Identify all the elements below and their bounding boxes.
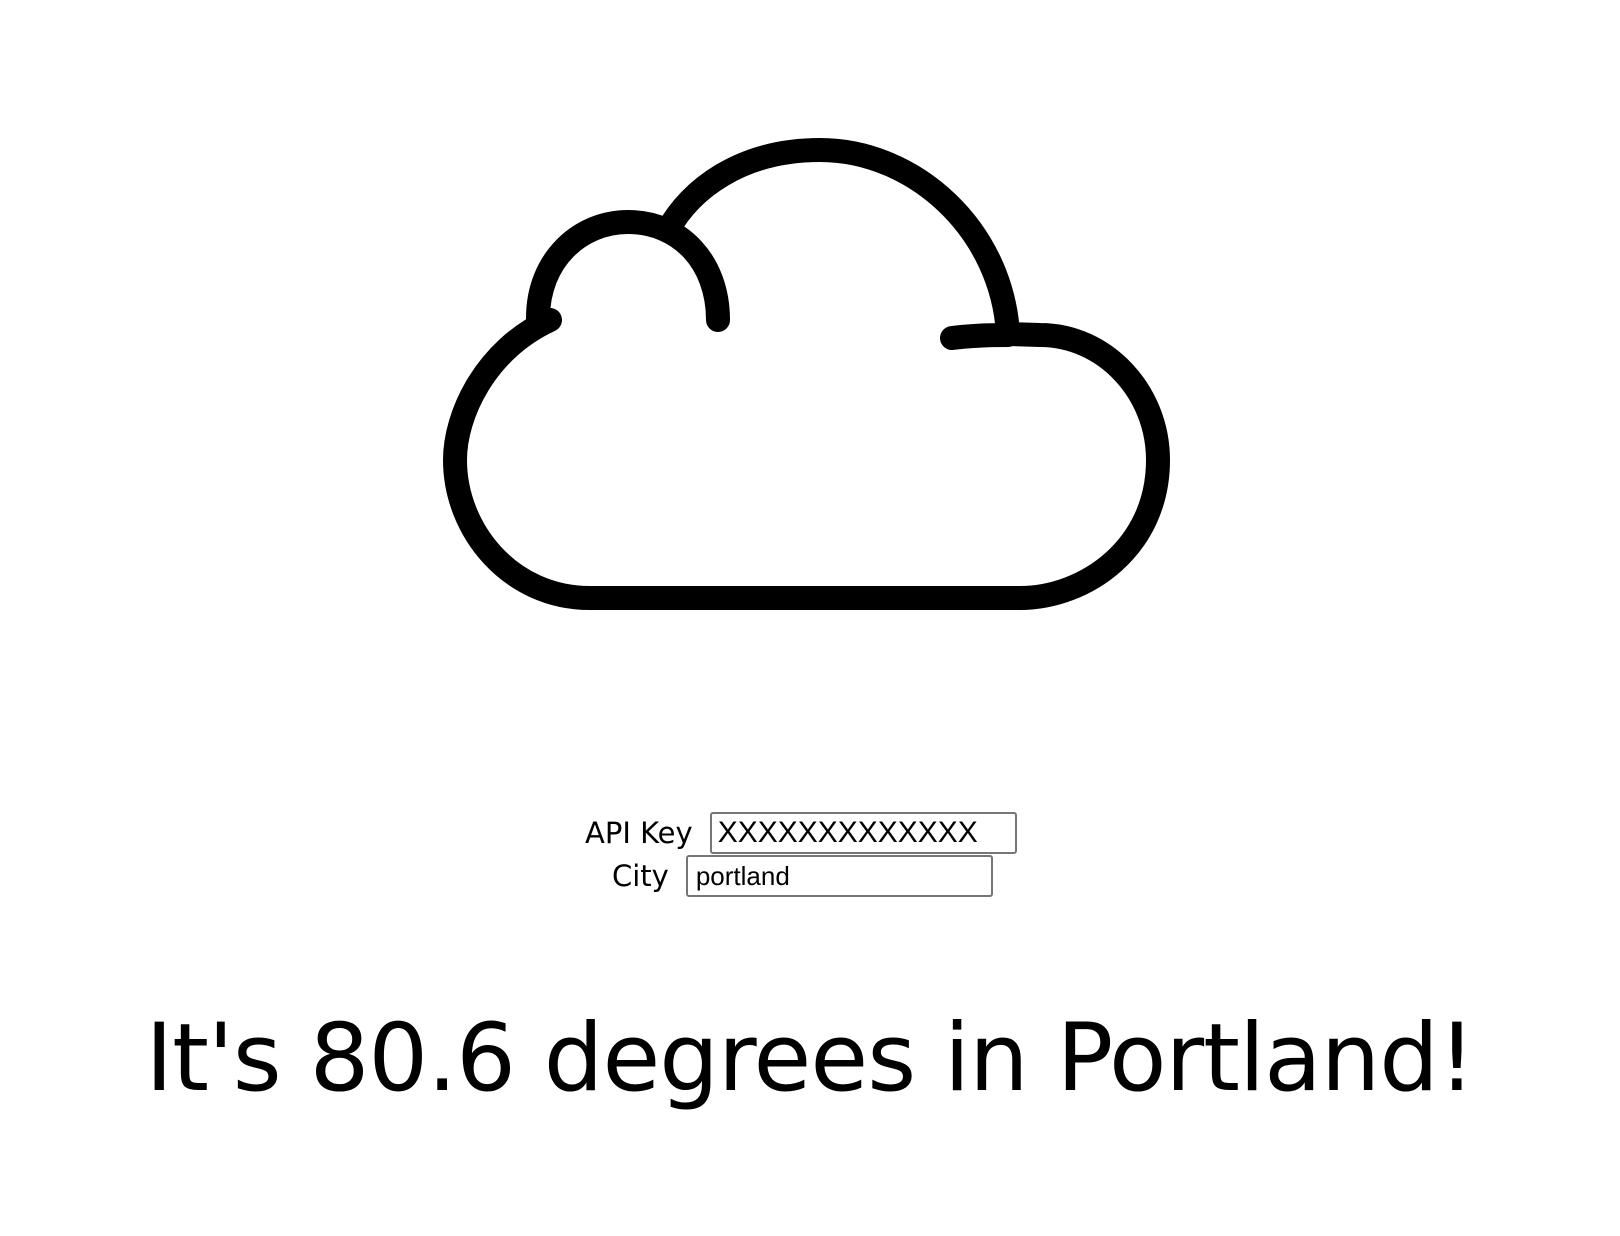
api-key-label: API Key (585, 816, 693, 850)
cloud-icon (440, 130, 1180, 640)
city-input[interactable] (685, 855, 993, 897)
city-row: City (612, 855, 993, 897)
weather-message: It's 80.6 degrees in Portland! (145, 1004, 1475, 1113)
api-key-input[interactable] (709, 812, 1017, 854)
city-label: City (612, 859, 669, 893)
api-key-row: API Key (585, 812, 1017, 854)
